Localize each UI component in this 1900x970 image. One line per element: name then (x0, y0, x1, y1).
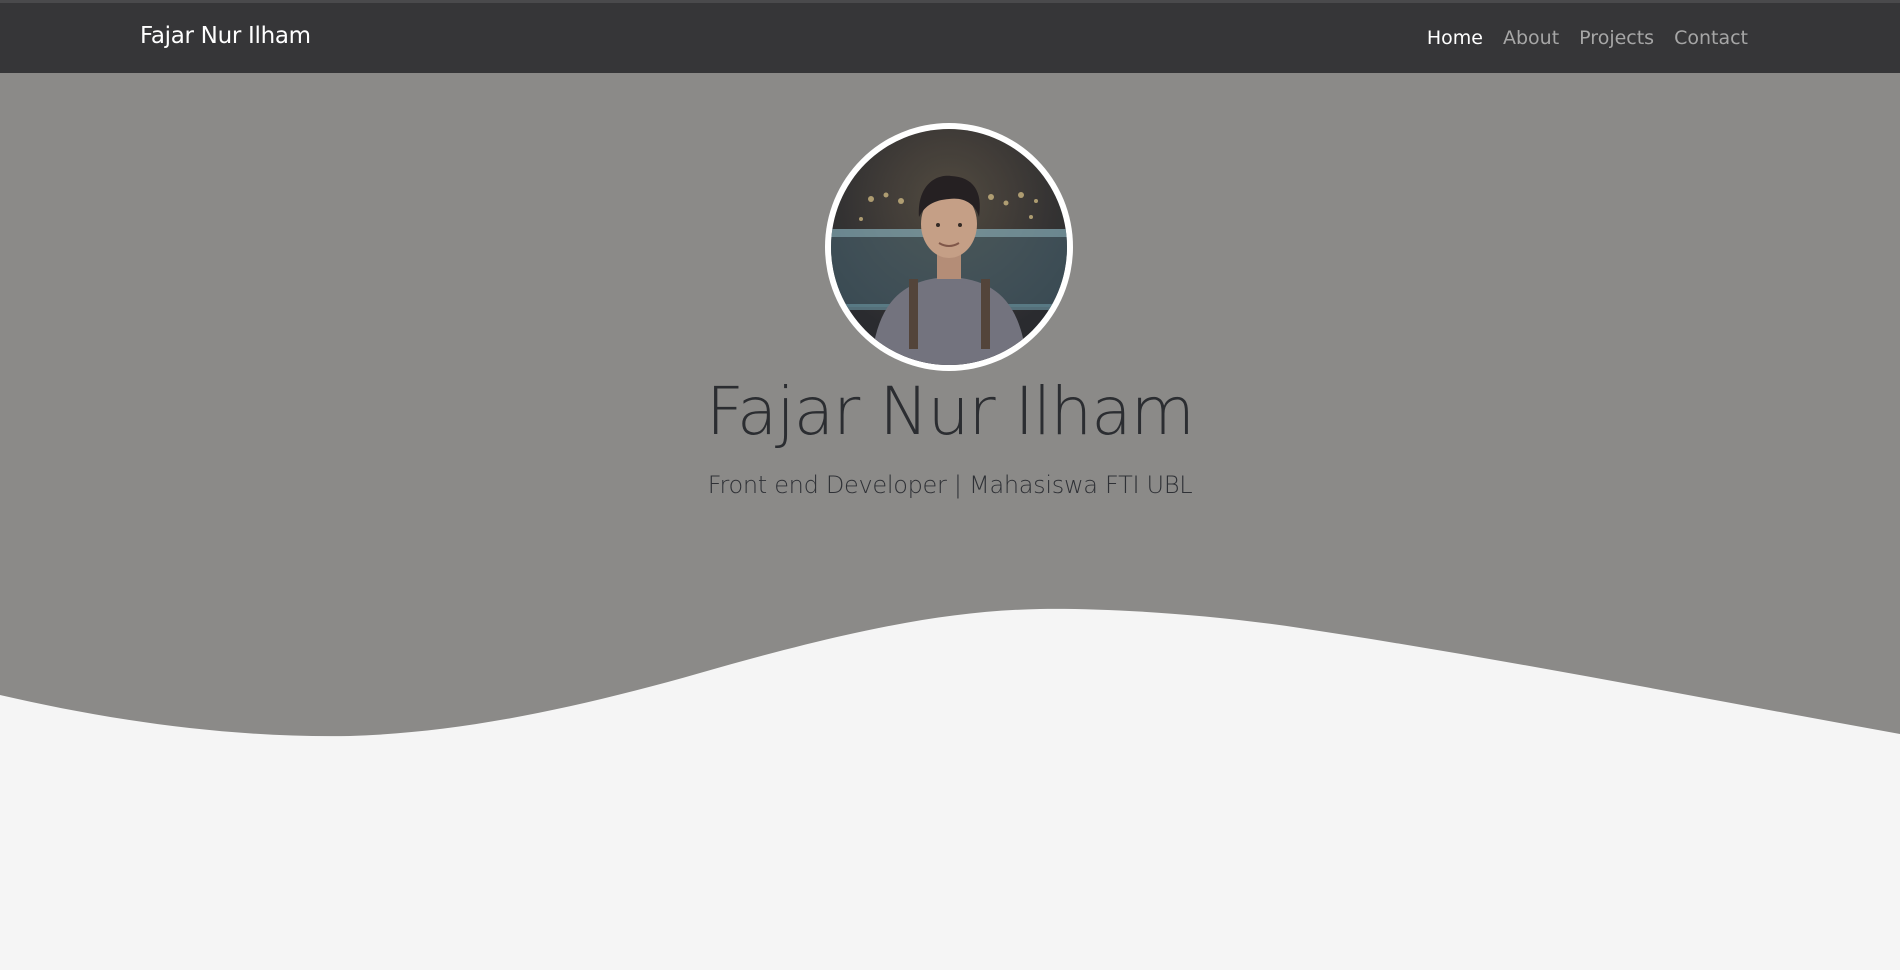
nav-home-link[interactable]: Home (1417, 27, 1493, 49)
brand-link[interactable]: Fajar Nur Ilham (140, 23, 311, 49)
nav-menu: Home About Projects Contact (1417, 27, 1748, 49)
avatar (825, 123, 1073, 371)
hero-title: Fajar Nur Ilham (706, 373, 1195, 450)
nav-projects-link[interactable]: Projects (1569, 27, 1664, 49)
navbar: Fajar Nur Ilham Home About Projects Cont… (0, 0, 1900, 73)
profile-photo-icon (831, 129, 1067, 365)
hero-section: Fajar Nur Ilham Front end Developer | Ma… (0, 73, 1900, 970)
hero-subtitle: Front end Developer | Mahasiswa FTI UBL (707, 471, 1193, 499)
nav-contact-link[interactable]: Contact (1664, 27, 1748, 49)
nav-about-link[interactable]: About (1493, 27, 1569, 49)
